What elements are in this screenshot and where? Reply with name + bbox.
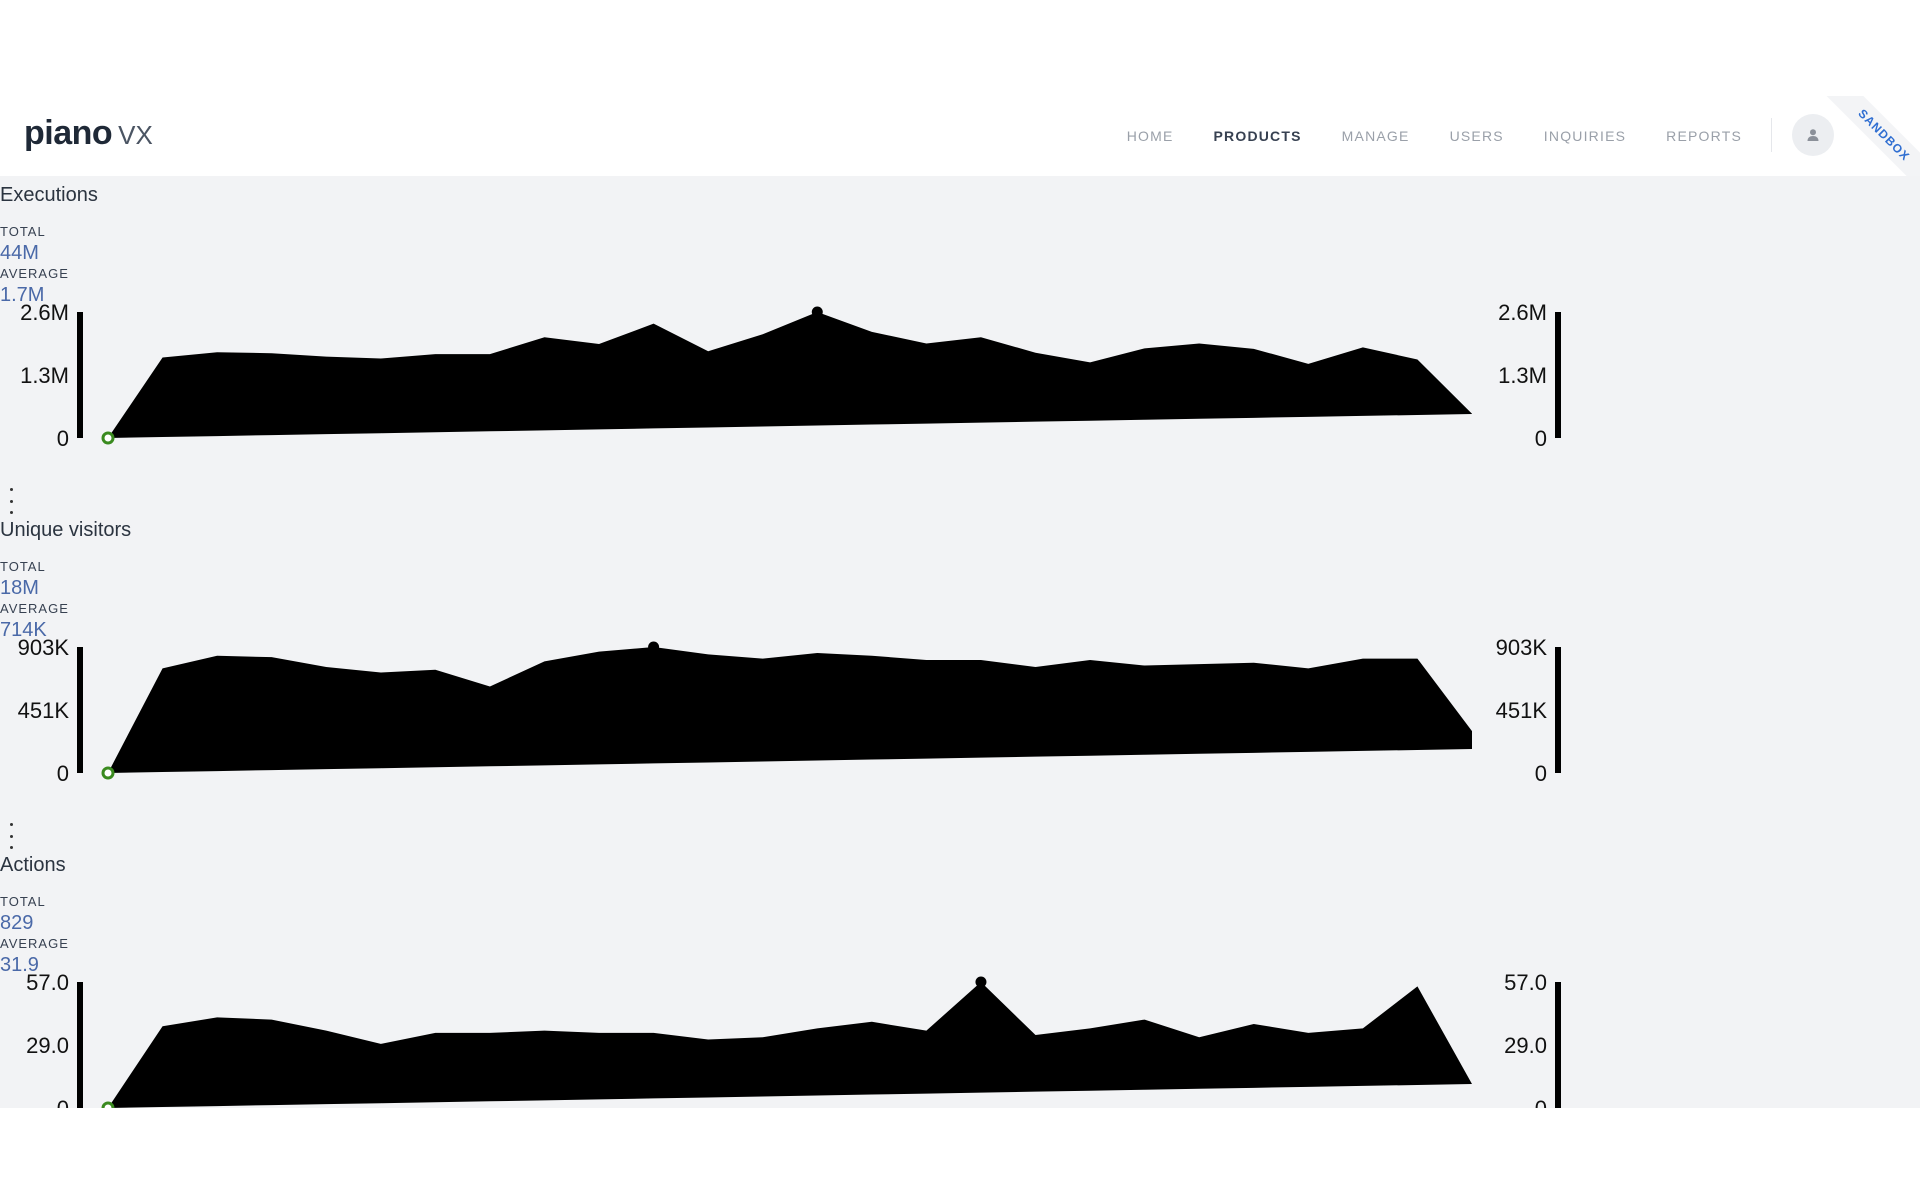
series-area — [108, 312, 1472, 438]
more-options-icon[interactable] — [6, 488, 16, 514]
start-point — [101, 431, 115, 445]
executions-section: Executions TOTAL 44M AVERAGE 1.7M 2.6M 2.… — [0, 184, 1920, 514]
main-nav: HOME PRODUCTS MANAGE USERS INQUIRIES REP… — [1087, 96, 1742, 176]
y-tick-label-right: 0 — [1535, 761, 1547, 786]
actions-section: Actions TOTAL 829 AVERAGE 31.9 57.0 57.0 2… — [0, 854, 1920, 1108]
unique-visitors-chart: 903K 903K 451K 451K 0 0 — [18, 635, 1561, 786]
y-tick-label-left: 2.6M — [20, 300, 69, 325]
peak-point — [648, 641, 660, 653]
left-y-axis — [77, 647, 83, 773]
y-tick-label-left: 0 — [57, 761, 69, 786]
user-icon — [1807, 129, 1819, 141]
y-tick-label-left: 1.3M — [20, 363, 69, 388]
actions-chart: 57.0 57.0 29.0 29.0 0 0 — [26, 970, 1561, 1108]
y-tick-label-right: 2.6M — [1498, 300, 1547, 325]
piano-vx-logo[interactable]: piano VX — [24, 114, 153, 153]
peak-point — [975, 976, 987, 988]
y-tick-label-left: 903K — [18, 635, 70, 660]
executions-chart: 2.6M 2.6M 1.3M 1.3M 0 0 — [20, 300, 1561, 451]
nav-home[interactable]: HOME — [1127, 128, 1174, 144]
y-tick-label-right: 0 — [1535, 1096, 1547, 1108]
nav-products[interactable]: PRODUCTS — [1214, 128, 1302, 144]
user-avatar[interactable] — [1792, 114, 1834, 156]
logo-suffix: VX — [118, 120, 153, 150]
series-area — [108, 982, 1472, 1108]
y-tick-label-left: 0 — [57, 426, 69, 451]
bottom-blank-area — [0, 1108, 1920, 1200]
y-tick-label-left: 451K — [18, 698, 70, 723]
y-tick-label-right: 451K — [1496, 698, 1548, 723]
nav-users[interactable]: USERS — [1450, 128, 1504, 144]
y-tick-label-right: 0 — [1535, 426, 1547, 451]
nav-inquiries[interactable]: INQUIRIES — [1544, 128, 1626, 144]
peak-point — [811, 306, 823, 318]
right-y-axis — [1555, 982, 1561, 1108]
y-tick-label-right: 1.3M — [1498, 363, 1547, 388]
unique-visitors-section: Unique visitors TOTAL 18M AVERAGE 714K 9… — [0, 519, 1920, 849]
y-tick-label-right: 903K — [1496, 635, 1548, 660]
y-tick-label-right: 57.0 — [1504, 970, 1547, 995]
more-options-icon[interactable] — [6, 823, 16, 849]
right-y-axis — [1555, 312, 1561, 438]
top-navigation-bar: piano VX HOME PRODUCTS MANAGE USERS INQU… — [0, 96, 1920, 176]
start-point — [101, 766, 115, 780]
series-area — [108, 647, 1472, 773]
y-tick-label-left: 57.0 — [26, 970, 69, 995]
logo-word: piano — [24, 114, 113, 152]
nav-manage[interactable]: MANAGE — [1342, 128, 1410, 144]
y-tick-label-left: 0 — [57, 1096, 69, 1108]
left-y-axis — [77, 982, 83, 1108]
reports-content: Executions TOTAL 44M AVERAGE 1.7M 2.6M 2.… — [0, 176, 1920, 1108]
nav-divider — [1771, 118, 1772, 152]
y-tick-label-left: 29.0 — [26, 1033, 69, 1058]
y-tick-label-right: 29.0 — [1504, 1033, 1547, 1058]
left-y-axis — [77, 312, 83, 438]
right-y-axis — [1555, 647, 1561, 773]
nav-reports[interactable]: REPORTS — [1666, 128, 1742, 144]
